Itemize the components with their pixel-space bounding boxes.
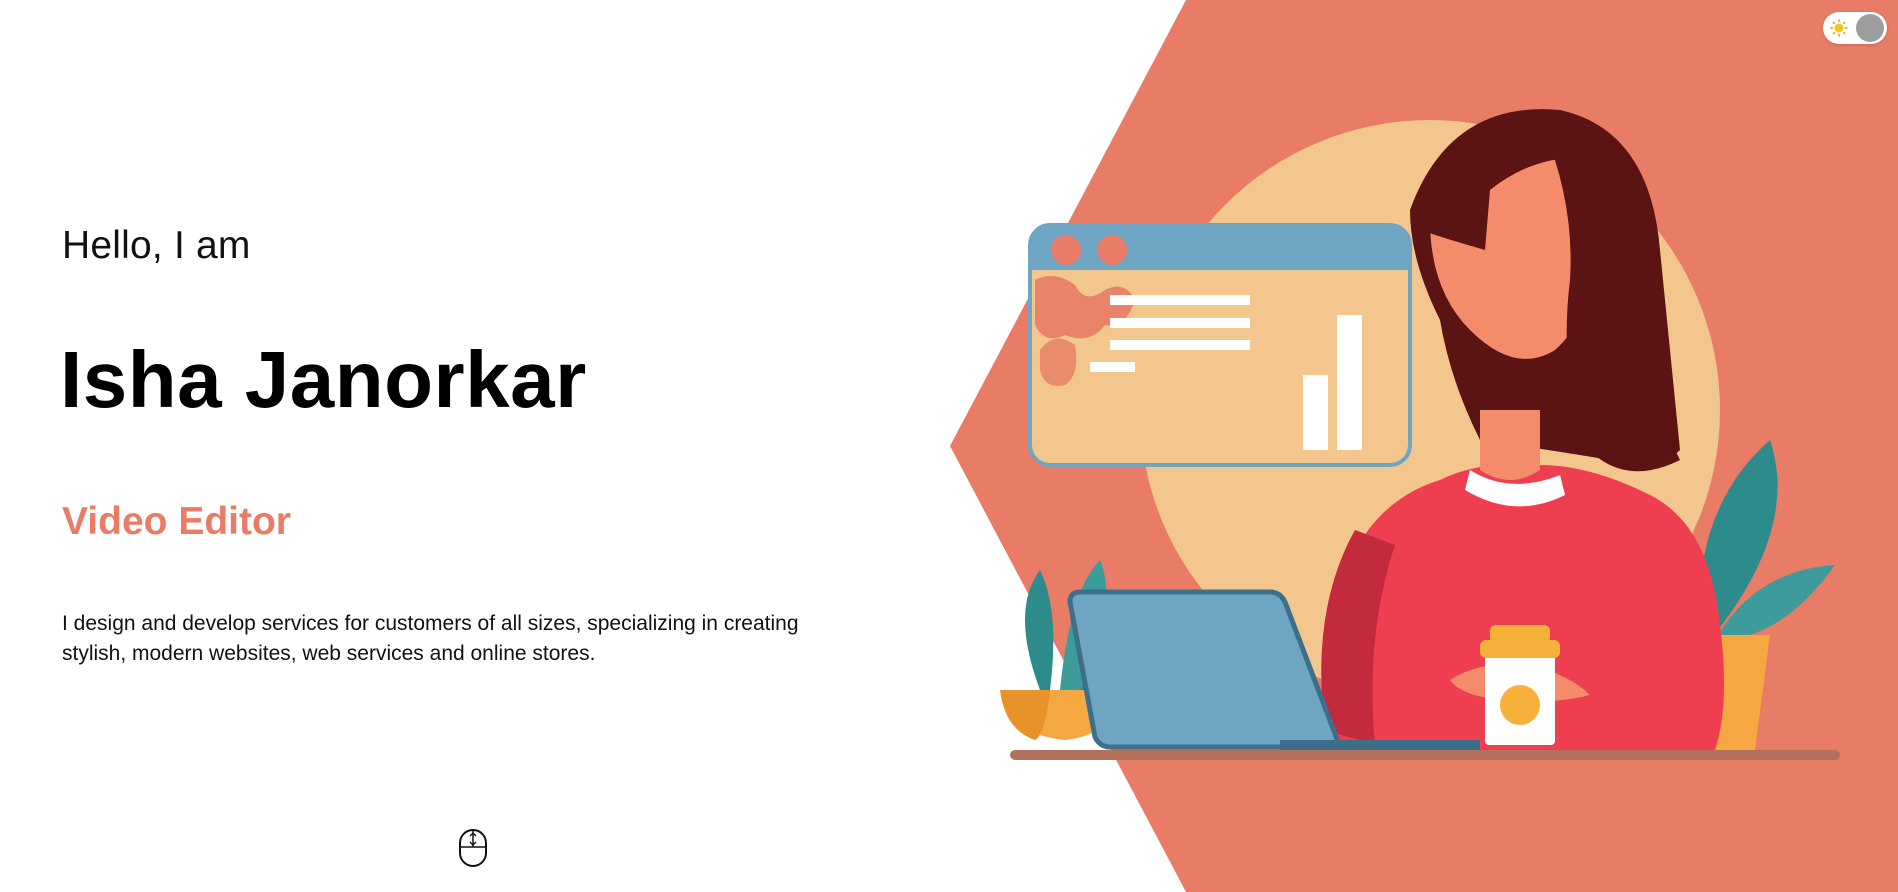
sun-icon [1830,19,1848,37]
toggle-knob [1856,14,1884,42]
woman-laptop-illustration [1000,109,1840,760]
hero-name: Isha Janorkar [60,335,587,424]
scroll-down-button[interactable] [458,828,488,868]
hero-bio: I design and develop services for custom… [62,612,799,665]
hero-role: Video Editor [62,500,291,543]
coffee-cup-graphic [1480,625,1560,745]
theme-toggle[interactable] [1823,12,1887,44]
mouse-scroll-icon [459,829,487,867]
hero-section: Hello, I am Isha Janorkar Video Editor I… [0,0,1898,892]
greeting-text: Hello, I am [62,224,251,267]
desk-graphic [1010,750,1840,760]
browser-window-graphic [1028,223,1412,467]
